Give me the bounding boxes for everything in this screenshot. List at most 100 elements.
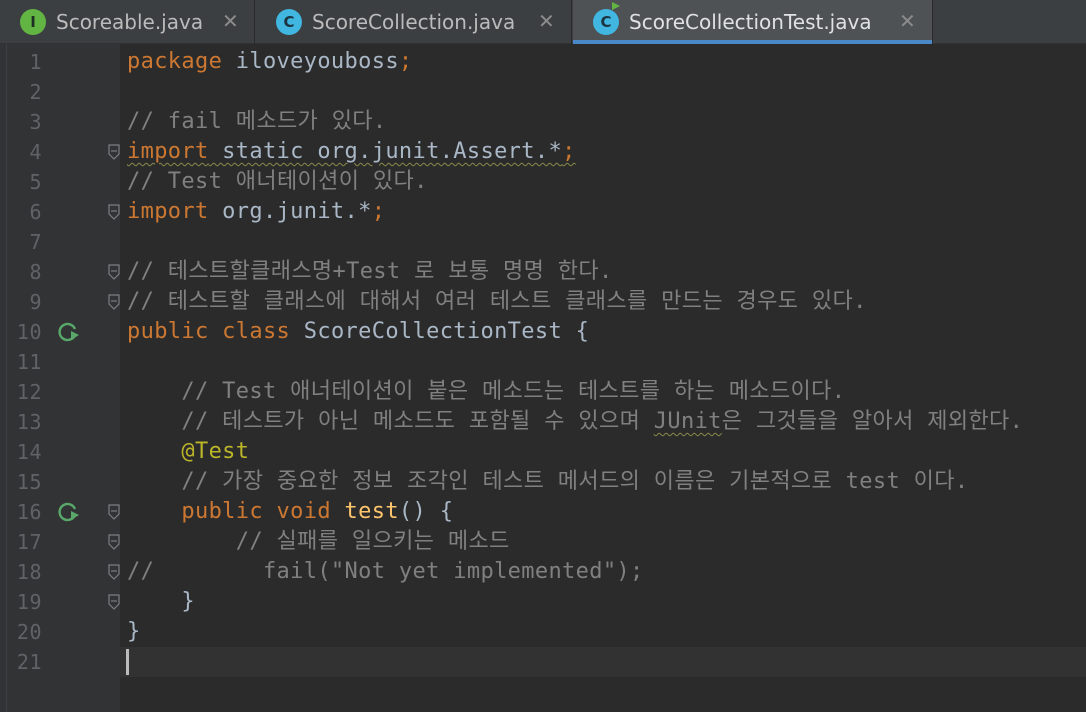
code-token: ScoreCollectionTest {: [290, 319, 590, 344]
code-token: package: [127, 49, 223, 74]
fold-marker-icon[interactable]: [108, 534, 120, 550]
code-line[interactable]: 1 package iloveyouboss;: [0, 47, 1086, 77]
code-line[interactable]: 6 import org.junit.*;: [0, 197, 1086, 227]
line-number: 21: [16, 650, 42, 674]
code-line[interactable]: 21: [0, 647, 1086, 677]
code-line[interactable]: 5 // Test 애너테이션이 있다.: [0, 167, 1086, 197]
line-number: 19: [16, 590, 42, 614]
code-line[interactable]: 3 // fail 메소드가 있다.: [0, 107, 1086, 137]
code-token: test: [330, 499, 399, 524]
code-editor[interactable]: 1 package iloveyouboss; 2 3 // fail 메소드가 있다.…: [0, 44, 1086, 712]
code-token: public class: [127, 319, 291, 344]
line-number: 14: [16, 440, 42, 464]
code-line[interactable]: 10 public class ScoreCollectionTest {: [0, 317, 1086, 347]
current-line-highlight: [120, 647, 1086, 677]
code-token: // Test 애너테이션이 붙은 메소드는 테스트를 하는 메소드이다.: [127, 379, 846, 404]
code-text: // fail 메소드가 있다.: [127, 107, 387, 137]
code-token: // fail("Not yet implemented");: [127, 559, 644, 584]
line-number: 11: [16, 350, 42, 374]
line-number: 6: [29, 200, 42, 224]
fold-marker-icon[interactable]: [108, 264, 120, 280]
code-text: // 테스트할클래스명+Test 로 보통 명명 한다.: [127, 257, 613, 287]
line-number: 2: [29, 80, 42, 104]
tab-scorecollectiontest-java[interactable]: C ScoreCollectionTest.java ✕: [573, 0, 933, 44]
ide-window: I Scoreable.java ✕ C ScoreCollection.jav…: [0, 0, 1086, 712]
code-text: // Test 애너테이션이 붙은 메소드는 테스트를 하는 메소드이다.: [127, 377, 845, 407]
code-token: @Test: [127, 439, 250, 464]
code-line[interactable]: 2: [0, 77, 1086, 107]
interface-file-icon: I: [20, 9, 46, 35]
code-line[interactable]: 16 public void test() {: [0, 497, 1086, 527]
code-text: public class ScoreCollectionTest {: [127, 317, 589, 347]
code-token: // 테스트할 클래스에 대해서 여러 테스트 클래스를 만드는 경우도 있다.: [127, 289, 867, 314]
run-test-icon[interactable]: [58, 501, 80, 523]
code-text: }: [127, 617, 141, 647]
close-icon[interactable]: ✕: [899, 9, 916, 33]
run-test-icon[interactable]: [58, 321, 80, 343]
line-number: 16: [16, 500, 42, 524]
fold-marker-icon[interactable]: [108, 594, 120, 610]
code-text: import org.junit.*;: [127, 197, 385, 227]
code-line[interactable]: 4 import static org.junit.Assert.*;: [0, 137, 1086, 167]
tab-label: ScoreCollection.java: [312, 10, 516, 34]
code-line[interactable]: 9 // 테스트할 클래스에 대해서 여러 테스트 클래스를 만드는 경우도 있다…: [0, 287, 1086, 317]
code-line[interactable]: 18 // fail("Not yet implemented");: [0, 557, 1086, 587]
code-text: // 가장 중요한 정보 조각인 테스트 메서드의 이름은 기본적으로 test…: [127, 467, 968, 497]
code-token: JUnit: [653, 409, 722, 434]
tab-scorecollection-java[interactable]: C ScoreCollection.java ✕: [256, 0, 572, 44]
tab-label: ScoreCollectionTest.java: [629, 10, 872, 34]
tab-scoreable-java[interactable]: I Scoreable.java ✕: [0, 0, 255, 44]
code-text: // Test 애너테이션이 있다.: [127, 167, 428, 197]
code-token: org.junit.*: [208, 199, 372, 224]
line-number: 12: [16, 380, 42, 404]
code-text: import static org.junit.Assert.*;: [127, 137, 576, 167]
code-line[interactable]: 13 // 테스트가 아닌 메소드도 포함될 수 있으며 JUnit은 그것들을…: [0, 407, 1086, 437]
code-token: // 가장 중요한 정보 조각인 테스트 메서드의 이름은 기본적으로 test…: [127, 469, 969, 494]
code-line[interactable]: 17 // 실패를 일으키는 메소드: [0, 527, 1086, 557]
code-token: ;: [371, 199, 386, 224]
fold-marker-icon[interactable]: [108, 204, 120, 220]
tab-label: Scoreable.java: [56, 10, 204, 34]
code-text: // 테스트할 클래스에 대해서 여러 테스트 클래스를 만드는 경우도 있다.: [127, 287, 867, 317]
code-token: import: [127, 139, 209, 164]
fold-marker-icon[interactable]: [108, 144, 120, 160]
code-line[interactable]: 15 // 가장 중요한 정보 조각인 테스트 메서드의 이름은 기본적으로 t…: [0, 467, 1086, 497]
code-token: import: [127, 199, 209, 224]
code-token: iloveyouboss: [222, 49, 399, 74]
line-number: 9: [29, 290, 42, 314]
code-token: // Test 애너테이션이 있다.: [127, 169, 428, 194]
code-text: @Test: [127, 437, 249, 467]
line-number: 10: [16, 320, 42, 344]
code-line[interactable]: 7: [0, 227, 1086, 257]
line-number: 5: [29, 170, 42, 194]
close-icon[interactable]: ✕: [222, 9, 239, 33]
code-token: // fail 메소드가 있다.: [127, 109, 387, 134]
text-caret: [126, 649, 129, 675]
code-token: // 테스트가 아닌 메소드도 포함될 수 있으며: [127, 409, 654, 434]
test-class-file-icon: C: [593, 2, 620, 35]
code-token: ;: [562, 139, 576, 164]
line-number: 15: [16, 470, 42, 494]
code-line[interactable]: 12 // Test 애너테이션이 붙은 메소드는 테스트를 하는 메소드이다.: [0, 377, 1086, 407]
line-number: 20: [16, 620, 42, 644]
fold-marker-icon[interactable]: [108, 294, 120, 310]
code-token: // 테스트할클래스명+Test 로 보통 명명 한다.: [127, 259, 613, 284]
code-token: ;: [398, 49, 413, 74]
fold-marker-icon[interactable]: [108, 504, 120, 520]
code-token: static org.junit.Assert.*: [208, 139, 563, 164]
code-token: }: [127, 619, 141, 644]
line-number: 4: [29, 140, 42, 164]
class-file-icon: C: [276, 9, 302, 35]
line-number: 17: [16, 530, 42, 554]
code-line[interactable]: 19 }: [0, 587, 1086, 617]
line-number: 8: [29, 260, 42, 284]
close-icon[interactable]: ✕: [538, 9, 555, 33]
editor-tab-bar: I Scoreable.java ✕ C ScoreCollection.jav…: [0, 0, 1086, 44]
code-line[interactable]: 14 @Test: [0, 437, 1086, 467]
code-line[interactable]: 20}: [0, 617, 1086, 647]
code-line[interactable]: 11: [0, 347, 1086, 377]
code-line[interactable]: 8 // 테스트할클래스명+Test 로 보통 명명 한다.: [0, 257, 1086, 287]
line-number: 3: [29, 110, 42, 134]
code-token: public void: [127, 499, 331, 524]
fold-marker-icon[interactable]: [108, 564, 120, 580]
